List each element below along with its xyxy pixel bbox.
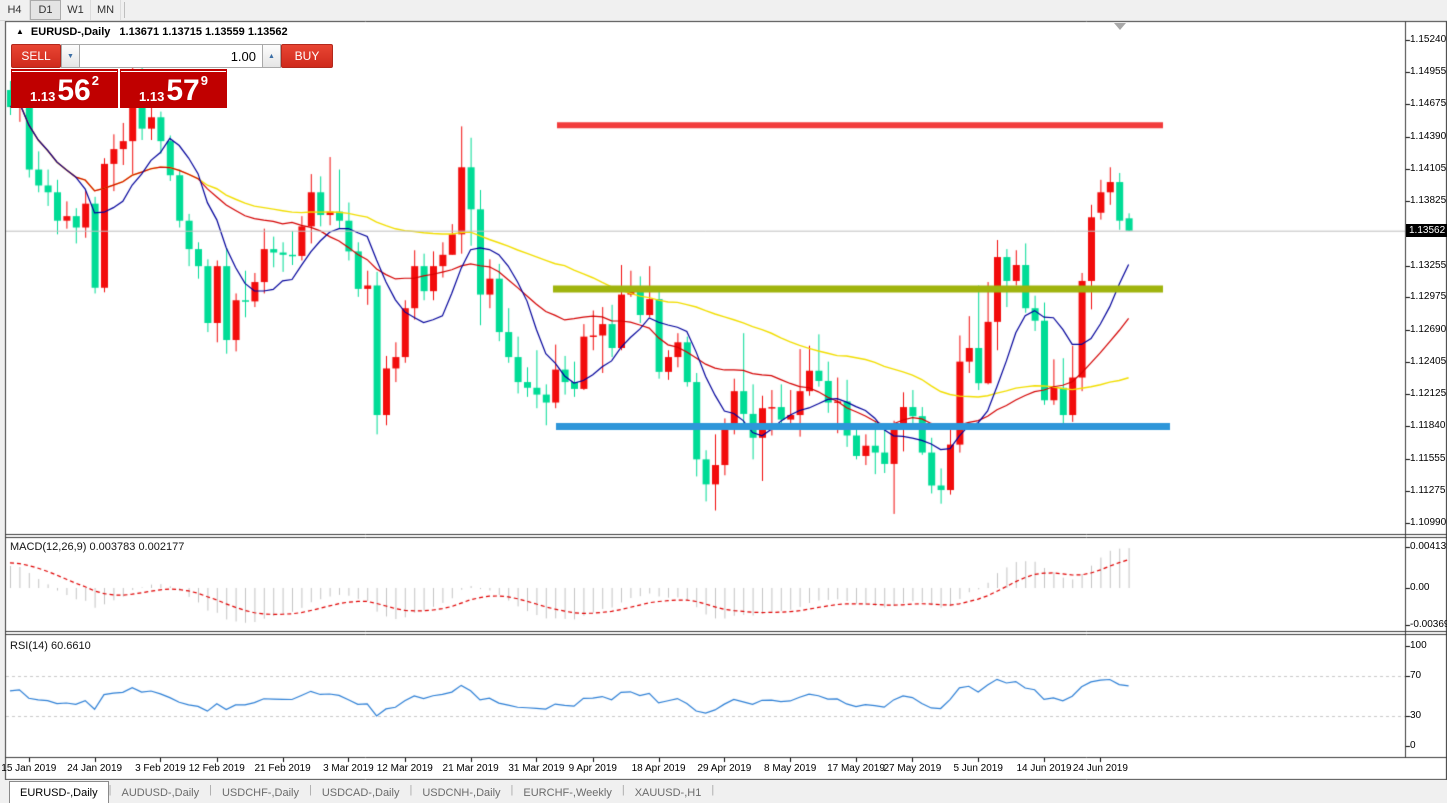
date-axis-label: 24 Jan 2019 <box>67 763 123 774</box>
chart-tab-eurchf[interactable]: EURCHF-,Weekly <box>513 783 621 803</box>
one-click-trade-panel: SELL ▼ ▲ BUY 1.13 56 2 1.13 57 9 <box>11 44 333 108</box>
price-axis-label: 1.13825 <box>1410 194 1447 206</box>
macd-indicator-label: MACD(12,26,9) 0.003783 0.002177 <box>10 541 185 553</box>
chart-shift-marker-icon[interactable] <box>1114 23 1126 30</box>
trading-terminal: H4 D1 W1 MN ▲ EURUSD-,Daily 1.13671 1.13715 1… <box>0 0 1447 803</box>
macd-main-value: 0.003783 <box>89 541 136 553</box>
rsi-axis-label: 70 <box>1410 670 1422 681</box>
period-button-d1[interactable]: D1 <box>30 0 61 20</box>
price-axis-label: 1.12405 <box>1410 356 1447 368</box>
rsi-axis-label: 30 <box>1410 710 1422 721</box>
date-axis-label: 8 May 2019 <box>764 763 817 774</box>
price-axis-label: 1.11555 <box>1410 452 1446 464</box>
date-axis-label: 12 Feb 2019 <box>188 763 245 774</box>
date-axis-label: 15 Jan 2019 <box>1 763 57 774</box>
collapse-panel-icon[interactable]: ▲ <box>16 27 24 36</box>
date-axis-label: 21 Mar 2019 <box>442 763 499 774</box>
date-axis-label: 27 May 2019 <box>883 763 942 774</box>
rsi-axis-label: 0 <box>1410 740 1416 751</box>
price-axis-label: 1.15240 <box>1410 34 1447 45</box>
chart-tab-xauusd[interactable]: XAUUSD-,H1 <box>625 783 712 803</box>
date-axis-label: 18 Apr 2019 <box>631 763 686 774</box>
tab-separator: | <box>711 784 715 796</box>
toolbar-separator <box>124 2 125 18</box>
period-toolbar: H4 D1 W1 MN <box>0 0 1447 21</box>
macd-axis-label: 0.004139 <box>1410 540 1447 552</box>
period-button-mn[interactable]: MN <box>91 0 121 20</box>
buy-price-box[interactable]: 1.13 57 9 <box>120 69 227 108</box>
price-axis-label: 1.14105 <box>1410 162 1447 174</box>
price-axis-label: 1.14390 <box>1410 130 1447 142</box>
volume-decrease-button[interactable]: ▼ <box>61 44 80 68</box>
buy-price-small: 1.13 <box>139 89 165 104</box>
macd-axis-label: -0.003699 <box>1410 618 1447 630</box>
price-axis-label: 1.13255 <box>1410 259 1447 271</box>
chart-tab-usdcad[interactable]: USDCAD-,Daily <box>312 783 410 803</box>
macd-axis-label: 0.00 <box>1410 582 1430 593</box>
buy-button[interactable]: BUY <box>281 44 333 68</box>
chart-tab-usdcnh[interactable]: USDCNH-,Daily <box>412 783 510 803</box>
price-axis-label: 1.11275 <box>1410 484 1446 496</box>
chart-tab-eurusd[interactable]: EURUSD-,Daily <box>9 781 109 803</box>
price-axis-label: 1.12975 <box>1410 291 1447 303</box>
date-axis-label: 5 Jun 2019 <box>953 763 1003 774</box>
price-axis-label: 1.12690 <box>1410 323 1447 335</box>
current-price-tag: 1.13562 <box>1406 223 1447 237</box>
sell-price-small: 1.13 <box>30 89 56 104</box>
price-axis-label: 1.14675 <box>1410 98 1447 110</box>
chart-symbol-label: EURUSD-,Daily <box>30 26 111 38</box>
chart-canvas[interactable] <box>0 0 1447 803</box>
chart-ohlc-values: 1.13671 1.13715 1.13559 1.13562 <box>119 26 288 38</box>
rsi-indicator-label: RSI(14) 60.6610 <box>10 640 91 652</box>
date-axis-label: 12 Mar 2019 <box>376 763 433 774</box>
sell-price-box[interactable]: 1.13 56 2 <box>11 69 118 108</box>
price-axis-label: 1.10990 <box>1410 517 1447 528</box>
price-axis-label: 1.11840 <box>1410 420 1446 432</box>
price-axis-label: 1.12125 <box>1410 388 1447 400</box>
rsi-axis-label: 100 <box>1410 640 1427 651</box>
period-button-w1[interactable]: W1 <box>61 0 91 20</box>
chart-tab-bar: EURUSD-,Daily | AUDUSD-,Daily | USDCHF-,Dail… <box>0 780 1447 803</box>
sell-button[interactable]: SELL <box>11 44 61 68</box>
buy-price-sup: 9 <box>200 73 208 88</box>
volume-increase-button[interactable]: ▲ <box>262 44 281 68</box>
date-axis-label: 9 Apr 2019 <box>568 763 617 774</box>
period-button-h4[interactable]: H4 <box>0 0 30 20</box>
sell-price-sup: 2 <box>91 73 99 88</box>
sell-price-big: 56 <box>57 74 91 107</box>
chart-tab-usdchf[interactable]: USDCHF-,Daily <box>212 783 309 803</box>
macd-signal-value: 0.002177 <box>138 541 185 553</box>
date-axis-label: 29 Apr 2019 <box>697 763 752 774</box>
volume-input[interactable] <box>80 44 262 68</box>
chart-header: ▲ EURUSD-,Daily 1.13671 1.13715 1.13559 1.… <box>16 26 288 38</box>
date-axis-label: 24 Jun 2019 <box>1072 763 1128 774</box>
chart-tab-audusd[interactable]: AUDUSD-,Daily <box>111 783 209 803</box>
rsi-value: 60.6610 <box>50 640 91 652</box>
price-axis-label: 1.14955 <box>1410 66 1447 78</box>
date-axis-label: 21 Feb 2019 <box>254 763 311 774</box>
buy-price-big: 57 <box>166 74 200 107</box>
